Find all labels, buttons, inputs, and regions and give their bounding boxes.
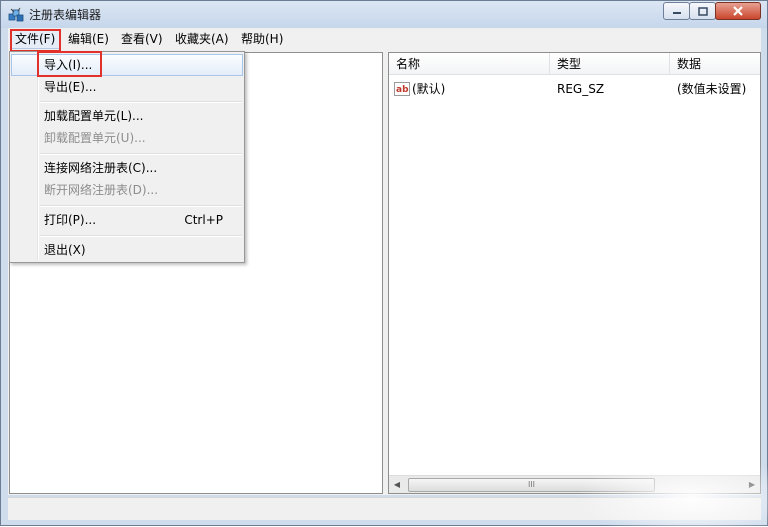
menu-item-disconnect-network-registry: 断开网络注册表(D)...	[12, 180, 242, 200]
column-header-name[interactable]: 名称	[389, 53, 550, 75]
close-button[interactable]	[715, 2, 761, 20]
menu-item-exit-label: 退出(X)	[44, 243, 86, 257]
menu-item-exit[interactable]: 退出(X)	[12, 240, 242, 260]
menu-item-print[interactable]: 打印(P)... Ctrl+P	[12, 210, 242, 230]
menu-bar: 文件(F) 编辑(E) 查看(V) 收藏夹(A) 帮助(H)	[8, 28, 761, 52]
file-dropdown-menu: 导入(I)... 导出(E)... 加载配置单元(L)... 卸载配置单元(U)…	[9, 51, 245, 263]
menu-item-load-hive[interactable]: 加载配置单元(L)...	[12, 106, 242, 126]
string-value-icon: ab	[394, 82, 410, 96]
menu-item-print-label: 打印(P)...	[44, 213, 97, 227]
menu-item-print-shortcut: Ctrl+P	[184, 213, 223, 227]
title-bar[interactable]: 注册表编辑器	[1, 1, 767, 28]
value-list-pane[interactable]: 名称 类型 数据 ab (默认) REG_SZ (数值未设置) ◀ III ▶	[388, 52, 761, 494]
list-item[interactable]: ab (默认) REG_SZ (数值未设置)	[394, 80, 754, 98]
menu-item-export-label: 导出(E)...	[44, 80, 97, 94]
menu-item-disconnect-label: 断开网络注册表(D)...	[44, 183, 159, 197]
close-icon	[733, 6, 743, 16]
regedit-icon	[8, 7, 24, 22]
maximize-button[interactable]	[689, 2, 716, 20]
menu-file[interactable]: 文件(F)	[9, 30, 61, 49]
menu-item-unload-hive: 卸载配置单元(U)...	[12, 128, 242, 148]
minimize-button[interactable]	[663, 2, 690, 20]
menu-item-export[interactable]: 导出(E)...	[12, 77, 242, 97]
menu-separator	[40, 235, 242, 237]
value-data: (数值未设置)	[677, 82, 747, 96]
value-name: (默认)	[412, 82, 446, 96]
menu-separator	[40, 153, 242, 155]
horizontal-scrollbar[interactable]: ◀ III ▶	[389, 475, 760, 493]
scroll-left-arrow-icon[interactable]: ◀	[389, 476, 405, 493]
regedit-window: 注册表编辑器 文件(F) 编辑(E) 查看(V) 收藏夹(A) 帮助(H) 名称…	[0, 0, 768, 527]
menu-item-import-label: 导入(I)...	[44, 58, 93, 72]
window-title: 注册表编辑器	[29, 8, 102, 22]
minimize-icon	[672, 12, 681, 14]
scroll-right-arrow-icon[interactable]: ▶	[744, 476, 760, 493]
menu-item-import[interactable]: 导入(I)...	[11, 54, 243, 76]
window-controls	[663, 2, 761, 20]
value-type: REG_SZ	[557, 82, 605, 96]
column-header-data[interactable]: 数据	[670, 53, 760, 75]
menu-help[interactable]: 帮助(H)	[237, 31, 287, 48]
menu-item-unload-hive-label: 卸载配置单元(U)...	[44, 131, 146, 145]
menu-separator	[40, 101, 242, 103]
menu-favorites[interactable]: 收藏夹(A)	[171, 31, 233, 48]
scrollbar-thumb[interactable]: III	[408, 478, 655, 492]
status-bar	[8, 497, 761, 520]
menu-item-connect-label: 连接网络注册表(C)...	[44, 161, 158, 175]
column-header-type[interactable]: 类型	[550, 53, 670, 75]
maximize-icon	[697, 6, 708, 16]
menu-separator	[40, 205, 242, 207]
menu-edit[interactable]: 编辑(E)	[64, 31, 113, 48]
svg-text:ab: ab	[396, 85, 409, 95]
menu-view[interactable]: 查看(V)	[117, 31, 167, 48]
menu-item-connect-network-registry[interactable]: 连接网络注册表(C)...	[12, 158, 242, 178]
menu-item-load-hive-label: 加载配置单元(L)...	[44, 109, 144, 123]
